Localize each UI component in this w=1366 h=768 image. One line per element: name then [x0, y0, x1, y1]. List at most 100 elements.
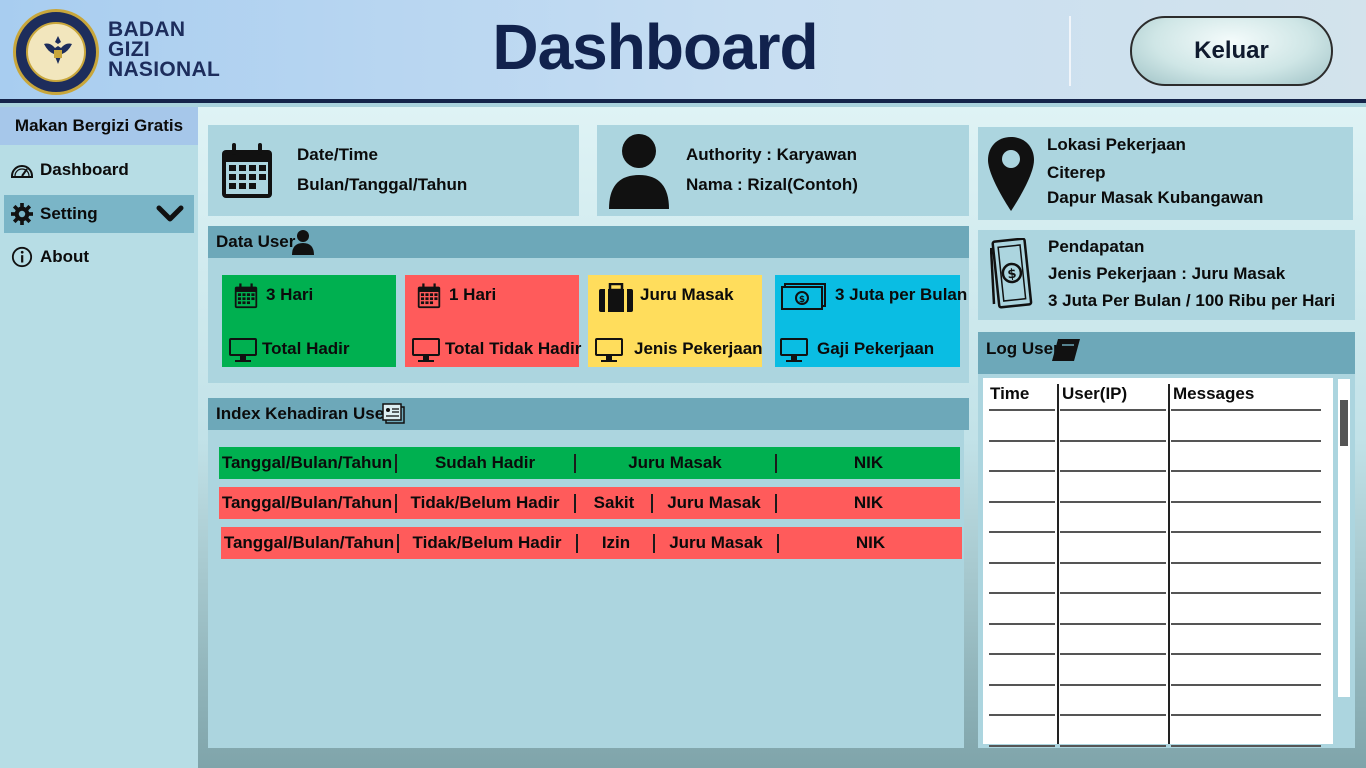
- log-table[interactable]: Time User(IP) Messages: [983, 378, 1333, 747]
- log-row-line: [1171, 409, 1321, 411]
- logout-button[interactable]: Keluar: [1130, 16, 1333, 86]
- calendar-icon: [234, 283, 258, 309]
- attendance-row[interactable]: Tanggal/Bulan/Tahun Tidak/Belum Hadir Sa…: [219, 487, 960, 519]
- log-row-line: [1171, 714, 1321, 716]
- briefcase-icon: [599, 283, 633, 312]
- log-row-line: [989, 409, 1055, 411]
- log-row-line: [1171, 744, 1321, 747]
- svg-text:$: $: [799, 295, 805, 305]
- attendance-date: Tanggal/Bulan/Tahun: [223, 533, 395, 552]
- attendance-status: Sudah Hadir: [434, 453, 536, 472]
- map-pin-icon: [988, 137, 1034, 211]
- log-row-line: [1060, 744, 1166, 747]
- log-row-line: [1060, 561, 1166, 564]
- log-row-line: [1060, 683, 1166, 686]
- stat-tile-total-tidak-hadir: 1 Hari Total Tidak Hadir: [405, 275, 582, 367]
- stat-value: 3 Juta per Bulan: [835, 285, 968, 304]
- location-place: Dapur Masak Kubangawan: [1047, 188, 1264, 207]
- income-rate: 3 Juta Per Bulan / 100 Ribu per Hari: [1048, 291, 1336, 310]
- sidebar-item-label: Setting: [40, 204, 98, 223]
- chevron-down-icon[interactable]: [156, 203, 184, 225]
- attendance-nik: NIK: [853, 493, 884, 512]
- log-row-line: [1171, 622, 1321, 625]
- sidebar-item-dashboard[interactable]: Dashboard: [4, 151, 194, 189]
- attendance-nik: NIK: [853, 453, 884, 472]
- log-row-line: [989, 714, 1055, 716]
- user-card: Authority : Karyawan Nama : Rizal(Contoh…: [597, 125, 969, 216]
- log-user-title: Log User: [986, 339, 1060, 358]
- attendance-date: Tanggal/Bulan/Tahun: [221, 493, 393, 512]
- log-row-line: [989, 500, 1055, 503]
- attendance-reason: Sakit: [593, 493, 635, 512]
- log-col-time: Time: [990, 384, 1030, 403]
- money-bill-icon: $: [781, 283, 826, 310]
- attendance-job: Juru Masak: [669, 533, 763, 552]
- log-row-line: [1060, 714, 1166, 716]
- log-row-line: [989, 744, 1055, 747]
- authority-text: Authority : Karyawan: [686, 145, 857, 164]
- sidebar-item-setting[interactable]: Setting: [4, 195, 194, 233]
- stat-value: 1 Hari: [449, 285, 497, 304]
- calendar-icon: [222, 143, 272, 198]
- attendance-nik: NIK: [855, 533, 886, 552]
- user-name-text: Nama : Rizal(Contoh): [686, 175, 858, 194]
- log-row-line: [989, 592, 1055, 594]
- stat-tile-total-hadir: 3 Hari Total Hadir: [222, 275, 396, 367]
- stat-value: Juru Masak: [640, 285, 734, 304]
- gear-icon: [11, 203, 33, 225]
- location-city: Citerep: [1047, 163, 1106, 182]
- monitor-icon: [780, 338, 808, 362]
- log-row-line: [1171, 531, 1321, 533]
- log-row-line: [1060, 470, 1166, 472]
- stat-tile-gaji-pekerjaan: $3 Juta per Bulan Gaji Pekerjaan: [775, 275, 967, 367]
- sidebar-item-about[interactable]: About: [4, 238, 194, 276]
- log-row-line: [1060, 439, 1166, 442]
- stat-caption: Jenis Pekerjaan: [634, 339, 763, 358]
- log-row-line: [1060, 531, 1166, 533]
- log-col-user-ip: User(IP): [1062, 384, 1128, 403]
- monitor-icon: [595, 338, 623, 362]
- header-divider: [1069, 16, 1071, 86]
- log-row-line: [1060, 622, 1166, 625]
- attendance-reason: Izin: [601, 533, 631, 552]
- log-row-line: [989, 561, 1055, 564]
- income-card: $ Pendapatan Jenis Pekerjaan : Juru Masa…: [978, 230, 1355, 320]
- location-card: Lokasi Pekerjaan Citerep Dapur Masak Kub…: [978, 127, 1353, 220]
- attendance-status: Tidak/Belum Hadir: [412, 533, 562, 552]
- log-row-line: [989, 683, 1055, 686]
- attendance-row[interactable]: Tanggal/Bulan/Tahun Tidak/Belum Hadir Iz…: [221, 527, 962, 559]
- gauge-icon: [11, 165, 33, 178]
- log-scrollbar-thumb[interactable]: [1340, 400, 1348, 446]
- log-row-line: [1171, 592, 1321, 594]
- attendance-title-bar: Index Kehadiran User: [208, 398, 969, 430]
- data-user-title: Data User: [216, 232, 296, 251]
- datetime-label: Date/Time: [297, 145, 378, 164]
- log-scroll-icon: [1052, 339, 1080, 361]
- attendance-row[interactable]: Tanggal/Bulan/Tahun Sudah Hadir Juru Mas…: [219, 447, 960, 479]
- log-row-line: [989, 622, 1055, 625]
- calendar-icon: [417, 283, 441, 309]
- monitor-icon: [412, 338, 440, 362]
- log-user-title-bar: Log User: [978, 332, 1355, 374]
- log-row-line: [1171, 653, 1321, 655]
- monitor-icon: [229, 338, 257, 362]
- attendance-status: Tidak/Belum Hadir: [410, 493, 560, 512]
- log-row-line: [1060, 500, 1166, 503]
- income-job: Jenis Pekerjaan : Juru Masak: [1048, 264, 1286, 283]
- stat-caption: Total Tidak Hadir: [445, 339, 582, 358]
- sidebar: Makan Bergizi Gratis Dashboard Setting A…: [0, 107, 198, 768]
- stat-caption: Gaji Pekerjaan: [817, 339, 935, 358]
- stat-caption: Total Hadir: [262, 339, 350, 358]
- app-header: BADAN GIZI NASIONAL Dashboard Keluar: [0, 0, 1366, 103]
- attendance-job: Juru Masak: [628, 453, 722, 472]
- data-user-title-bar: Data User: [208, 226, 969, 258]
- log-row-line: [1171, 500, 1321, 503]
- log-col-messages: Messages: [1173, 384, 1255, 403]
- sidebar-title: Makan Bergizi Gratis: [0, 107, 198, 145]
- info-icon: [11, 246, 33, 268]
- page-title: Dashboard: [492, 11, 818, 83]
- log-row-line: [989, 439, 1055, 442]
- attendance-date: Tanggal/Bulan/Tahun: [221, 453, 393, 472]
- datetime-card: Date/Time Bulan/Tanggal/Tahun: [208, 125, 579, 216]
- log-row-line: [1171, 683, 1321, 686]
